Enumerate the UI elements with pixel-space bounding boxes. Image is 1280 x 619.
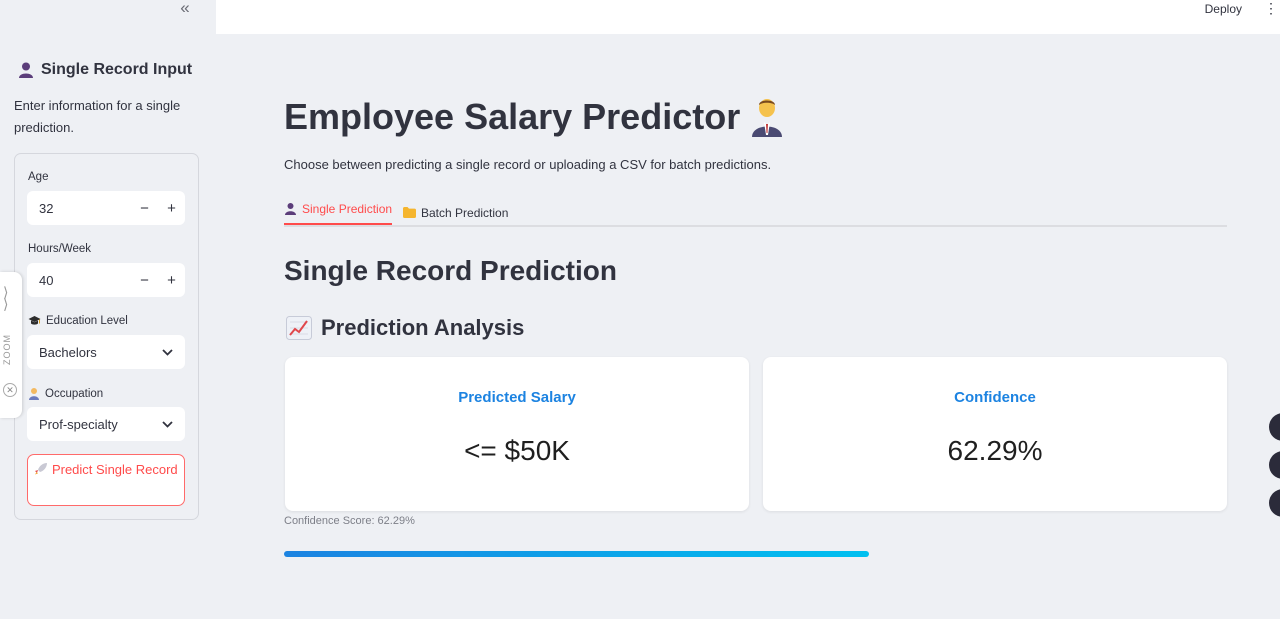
hours-increment-button[interactable]: + bbox=[158, 272, 185, 289]
tab-bar: Single Prediction Batch Prediction bbox=[284, 196, 1227, 227]
education-label: Education Level bbox=[28, 315, 128, 327]
zoom-widget[interactable]: ⟩ ⟩ ZOOM ✕ bbox=[0, 272, 22, 418]
hours-number-input[interactable]: 40 − + bbox=[27, 263, 185, 297]
man-office-worker-icon bbox=[752, 99, 783, 137]
age-number-input[interactable]: 32 − + bbox=[27, 191, 185, 225]
occupation-label-text: Occupation bbox=[45, 387, 104, 400]
sidebar: « Single Record Input Enter information … bbox=[0, 0, 216, 619]
predicted-salary-label: Predicted Salary bbox=[458, 389, 576, 406]
zoom-label: ZOOM bbox=[2, 334, 12, 365]
confidence-progress-bar bbox=[284, 551, 869, 557]
age-decrement-button[interactable]: − bbox=[131, 200, 158, 217]
page-title: Employee Salary Predictor bbox=[284, 96, 784, 138]
occupation-select[interactable]: Prof-specialty bbox=[27, 407, 185, 441]
confidence-card: Confidence 62.29% bbox=[763, 357, 1227, 511]
zoom-expand-icon[interactable]: ⟩ ⟩ bbox=[3, 285, 8, 311]
floating-action-button-2[interactable] bbox=[1269, 451, 1280, 479]
page-title-text: Employee Salary Predictor bbox=[284, 96, 741, 137]
tab-single-prediction-label: Single Prediction bbox=[302, 201, 393, 216]
predicted-salary-card: Predicted Salary <= $50K bbox=[285, 357, 749, 511]
folder-icon bbox=[403, 207, 416, 218]
hours-label: Hours/Week bbox=[28, 243, 91, 255]
person-silhouette-icon bbox=[19, 62, 33, 78]
education-selected-value: Bachelors bbox=[39, 344, 97, 360]
confidence-value: 62.29% bbox=[947, 435, 1043, 466]
education-label-text: Education Level bbox=[46, 315, 128, 327]
office-worker-icon bbox=[29, 388, 39, 400]
analysis-heading-text: Prediction Analysis bbox=[321, 315, 525, 340]
age-increment-button[interactable]: + bbox=[158, 200, 185, 217]
page-description: Choose between predicting a single recor… bbox=[284, 157, 772, 172]
chevron-down-icon bbox=[162, 420, 173, 428]
age-label-text: Age bbox=[28, 171, 49, 183]
hours-label-text: Hours/Week bbox=[28, 243, 92, 255]
confidence-label: Confidence bbox=[954, 389, 1036, 406]
predicted-salary-value: <= $50K bbox=[464, 435, 570, 466]
chevron-down-icon bbox=[162, 348, 173, 356]
occupation-label: Occupation bbox=[28, 387, 103, 400]
tab-batch-prediction[interactable]: Batch Prediction bbox=[403, 200, 508, 225]
person-silhouette-icon bbox=[285, 203, 296, 215]
education-select[interactable]: Bachelors bbox=[27, 335, 185, 369]
section-title: Single Record Prediction bbox=[284, 255, 617, 286]
sidebar-description: Enter information for a single predictio… bbox=[14, 98, 181, 135]
confidence-score-text: Confidence Score: 62.29% bbox=[284, 515, 415, 527]
collapse-sidebar-button[interactable]: « bbox=[176, 0, 194, 18]
graduation-cap-icon bbox=[28, 316, 41, 325]
deploy-button[interactable]: Deploy bbox=[1205, 2, 1242, 16]
floating-action-button-1[interactable] bbox=[1269, 413, 1280, 441]
chart-increasing-icon bbox=[286, 316, 312, 340]
predict-single-record-button[interactable]: Predict Single Record bbox=[27, 454, 185, 506]
occupation-selected-value: Prof-specialty bbox=[39, 416, 118, 432]
floating-action-button-3[interactable] bbox=[1269, 489, 1280, 517]
hours-value[interactable]: 40 bbox=[27, 273, 131, 288]
age-label: Age bbox=[28, 171, 48, 183]
top-header: Deploy ⋮ bbox=[216, 0, 1280, 34]
sidebar-title: Single Record Input bbox=[17, 61, 192, 79]
tab-batch-prediction-label: Batch Prediction bbox=[421, 205, 509, 220]
tab-single-prediction[interactable]: Single Prediction bbox=[284, 200, 393, 225]
age-value[interactable]: 32 bbox=[27, 201, 131, 216]
zoom-close-icon[interactable]: ✕ bbox=[3, 383, 17, 397]
sidebar-title-text: Single Record Input bbox=[41, 61, 193, 78]
rocket-icon bbox=[35, 463, 48, 475]
predict-button-label: Predict Single Record bbox=[51, 462, 178, 477]
analysis-heading: Prediction Analysis bbox=[286, 315, 524, 341]
hours-decrement-button[interactable]: − bbox=[131, 272, 158, 289]
main-menu-icon[interactable]: ⋮ bbox=[1264, 0, 1278, 16]
input-form: Age 32 − + Hours/Week 40 − + Education L… bbox=[14, 153, 199, 520]
